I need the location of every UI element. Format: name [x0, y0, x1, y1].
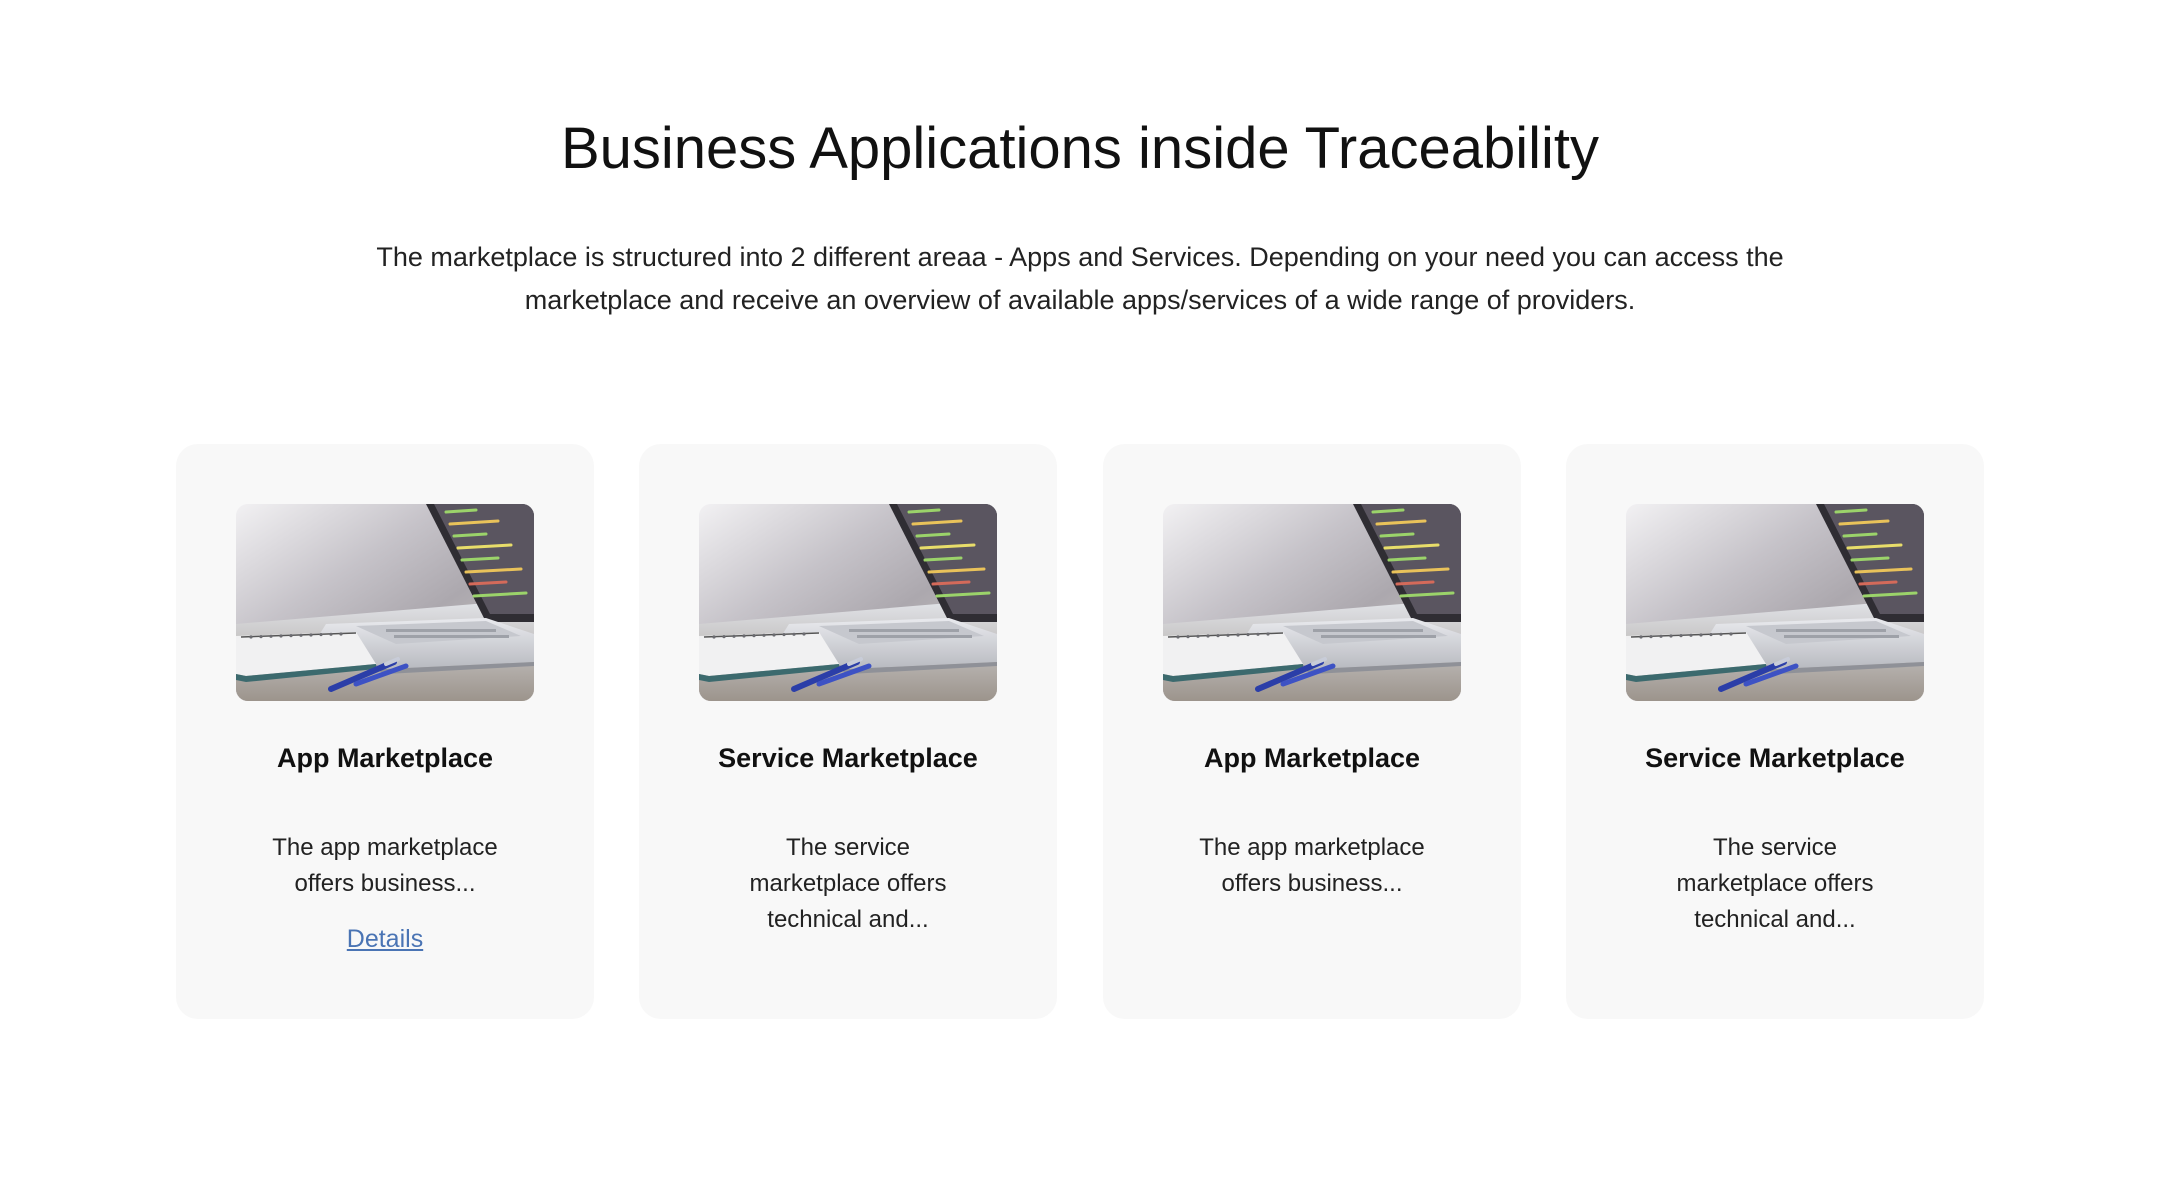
page: Business Applications inside Traceabilit… — [0, 0, 2160, 1198]
card-title: App Marketplace — [1203, 743, 1421, 773]
card-image — [699, 504, 997, 701]
page-description: The marketplace is structured into 2 dif… — [376, 242, 1784, 315]
card-title: App Marketplace — [276, 743, 494, 773]
card-description: The app marketplace offers business... — [272, 834, 498, 897]
card-grid: App Marketplace The app marketplace offe… — [176, 444, 1984, 1019]
card-app-marketplace[interactable]: App Marketplace The app marketplace offe… — [176, 444, 594, 1019]
card-service-marketplace[interactable]: Service Marketplace The service marketpl… — [639, 444, 1057, 1019]
card-image — [1626, 504, 1924, 701]
card-image — [1163, 504, 1461, 701]
card-description: The service marketplace offers technical… — [749, 834, 947, 933]
card-app-marketplace[interactable]: App Marketplace The app marketplace offe… — [1103, 444, 1521, 1019]
card-description: The app marketplace offers business... — [1199, 834, 1425, 897]
card-description: The service marketplace offers technical… — [1676, 834, 1874, 933]
card-image — [236, 504, 534, 701]
page-title: Business Applications inside Traceabilit… — [560, 116, 1600, 181]
details-link[interactable]: Details — [176, 922, 594, 956]
card-title: Service Marketplace — [1645, 743, 1905, 773]
card-service-marketplace[interactable]: Service Marketplace The service marketpl… — [1566, 444, 1984, 1019]
card-title: Service Marketplace — [718, 743, 978, 773]
